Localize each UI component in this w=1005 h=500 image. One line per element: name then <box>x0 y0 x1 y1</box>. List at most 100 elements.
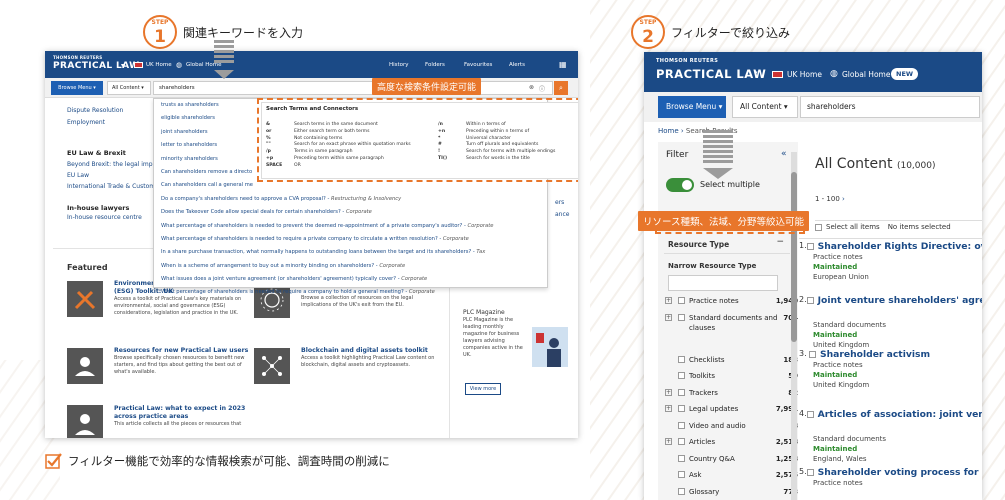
scope-select[interactable]: All Content ▾ <box>107 81 151 95</box>
nav-favourites[interactable]: Favourites <box>464 62 492 68</box>
resource-type-checkbox[interactable] <box>678 372 685 379</box>
resource-type-header[interactable]: Resource Type − <box>664 234 790 254</box>
result-checkbox[interactable] <box>806 297 814 304</box>
suggestion-item[interactable]: In a share purchase transaction, what no… <box>154 246 547 259</box>
suggestion-item[interactable]: What percentage of shareholders is neede… <box>154 286 547 299</box>
resource-type-option[interactable]: + Articles 2,518 <box>665 437 798 447</box>
resource-type-option[interactable]: +Standard documents and clauses704 <box>665 313 798 333</box>
resource-type-checkbox[interactable] <box>678 471 685 478</box>
browse-menu-button[interactable]: Browse Menu ▾ <box>658 96 726 118</box>
select-multiple-toggle[interactable] <box>666 178 694 192</box>
uk-home-link[interactable]: UK Home <box>146 62 172 68</box>
resource-type-option[interactable]: + Legal updates 7,991 <box>665 404 798 414</box>
filter-options-tag: リソース種類、法域、分野等絞込可能 <box>638 211 810 231</box>
inhouse-section: In-house lawyers In-house resource centr… <box>67 203 142 223</box>
arrow-down-icon <box>703 168 733 179</box>
resource-type-checkbox[interactable] <box>678 454 685 462</box>
brand-logo[interactable]: PRACTICAL LAW <box>656 67 766 81</box>
search-input[interactable]: shareholders <box>800 96 980 118</box>
suggestion-item[interactable]: What percentage of shareholders is neede… <box>154 233 547 246</box>
result-title[interactable]: Joint venture shareholders' agreement <box>818 295 982 306</box>
resource-type-checkbox[interactable] <box>678 405 685 412</box>
step-2-label: フィルターで絞り込み <box>671 25 791 40</box>
brand-logo[interactable]: PRACTICAL LAW <box>53 61 139 71</box>
minus-icon[interactable]: − <box>776 237 784 247</box>
nav-history[interactable]: History <box>389 62 409 68</box>
suggestion-item[interactable]: When is a scheme of arrangement to buy o… <box>154 260 547 273</box>
resource-type-option[interactable]: Video and audio8 <box>678 421 798 431</box>
bottom-note: フィルター機能で効率的な情報検索が可能、調査時間の削減に <box>45 452 390 470</box>
globe-icon: ◍ <box>830 69 838 79</box>
resource-type-checkbox[interactable] <box>678 313 685 321</box>
brand-top: THOMSON REUTERS <box>656 58 719 64</box>
result-title[interactable]: Shareholder voting process for UK listed <box>818 467 982 478</box>
link-trade-customs[interactable]: International Trade & Custom <box>67 181 156 192</box>
search-input[interactable]: shareholders <box>153 81 553 95</box>
view-more-button[interactable]: View more <box>465 383 501 395</box>
link-dispute-resolution[interactable]: Dispute Resolution <box>67 105 123 117</box>
suggestion-item[interactable]: Does the Takeover Code allow special dea… <box>154 206 547 219</box>
brand-dropdown-icon[interactable]: ▾ <box>754 69 758 77</box>
resource-type-option[interactable]: Toolkits59 <box>678 371 798 381</box>
brand-dropdown-icon[interactable]: ▾ <box>121 62 124 69</box>
expand-icon[interactable]: + <box>665 438 672 445</box>
result-item: 1. Shareholder Rights Directive: overview… <box>799 241 982 282</box>
uk-home-link[interactable]: UK Home <box>787 70 822 79</box>
result-checkbox[interactable] <box>806 469 814 476</box>
scrollbar-thumb[interactable] <box>791 172 797 342</box>
resource-type-option[interactable]: Checklists183 <box>678 355 798 365</box>
collapse-icon[interactable]: « <box>781 149 787 159</box>
resource-type-checkbox[interactable] <box>678 438 685 445</box>
expand-icon[interactable]: + <box>665 297 672 304</box>
expand-icon[interactable]: + <box>665 388 672 396</box>
plc-body: PLC Magazine is the leading monthly maga… <box>463 317 523 358</box>
next-page-icon[interactable]: › <box>842 195 845 203</box>
resource-type-checkbox[interactable] <box>678 487 685 495</box>
plc-title: PLC Magazine <box>463 309 505 316</box>
resource-type-checkbox[interactable] <box>678 388 685 396</box>
result-title[interactable]: Articles of association: joint ventures:… <box>818 409 982 420</box>
result-checkbox[interactable] <box>806 243 814 250</box>
browse-menu-button[interactable]: Browse Menu ▾ <box>51 81 103 95</box>
resource-type-option[interactable]: Country Q&A 1,258 <box>678 454 798 464</box>
resource-type-option[interactable]: Ask 2,575 <box>678 470 798 480</box>
nav-folders[interactable]: Folders <box>425 62 445 68</box>
feature-blockchain-body: Access a toolkit highlighting Practical … <box>301 355 435 368</box>
resource-type-option[interactable]: +Trackers82 <box>665 388 798 398</box>
result-type: Standard documents <box>813 321 887 329</box>
feature-2023-title[interactable]: Practical Law: what to expect in 2023 ac… <box>114 405 249 421</box>
help-icon[interactable]: ⓘ <box>539 84 545 93</box>
global-home-link[interactable]: Global Home <box>842 70 890 79</box>
feature-new-users-title[interactable]: Resources for new Practical Law users <box>114 347 249 355</box>
resource-type-checkbox[interactable] <box>678 355 685 363</box>
scrollbar[interactable] <box>791 152 797 500</box>
breadcrumb-home[interactable]: Home <box>658 127 679 135</box>
expand-icon[interactable]: + <box>665 313 672 321</box>
resource-type-checkbox[interactable] <box>678 421 685 429</box>
resource-type-option[interactable]: Glossary773 <box>678 487 798 497</box>
suggestion-item[interactable]: What issues does a joint venture agreeme… <box>154 273 547 286</box>
apps-grid-icon[interactable]: ▦ <box>559 60 567 69</box>
link-employment[interactable]: Employment <box>67 117 123 129</box>
clear-icon[interactable]: ⊗ <box>529 84 534 91</box>
feature-blockchain-title[interactable]: Blockchain and digital assets toolkit <box>301 347 441 355</box>
resource-type-option[interactable]: + Practice notes 1,940 <box>665 296 798 306</box>
link-beyond-brexit[interactable]: Beyond Brexit: the legal impli <box>67 159 156 170</box>
expand-icon[interactable]: + <box>665 405 672 412</box>
select-all-checkbox[interactable] <box>815 224 822 231</box>
suggestion-item[interactable]: Do a company's shareholders need to appr… <box>154 193 547 206</box>
result-checkbox[interactable] <box>806 411 814 418</box>
suggestion-item[interactable]: What percentage of shareholders is neede… <box>154 220 547 233</box>
nav-alerts[interactable]: Alerts <box>509 62 525 68</box>
scope-select[interactable]: All Content ▾ <box>732 96 798 118</box>
search-button[interactable]: ⌕ <box>554 81 568 95</box>
search-terms-title: Search Terms and Connectors <box>266 106 359 112</box>
result-title[interactable]: Shareholder activism <box>820 349 930 360</box>
link-eu-law[interactable]: EU Law <box>67 170 156 181</box>
resource-type-name: Glossary <box>689 487 720 496</box>
link-inhouse-centre[interactable]: In-house resource centre <box>67 213 142 223</box>
narrow-resource-type-input[interactable] <box>668 275 778 291</box>
result-checkbox[interactable] <box>809 351 816 358</box>
resource-type-checkbox[interactable] <box>678 297 685 304</box>
result-title[interactable]: Shareholder Rights Directive: overview <box>818 241 982 252</box>
